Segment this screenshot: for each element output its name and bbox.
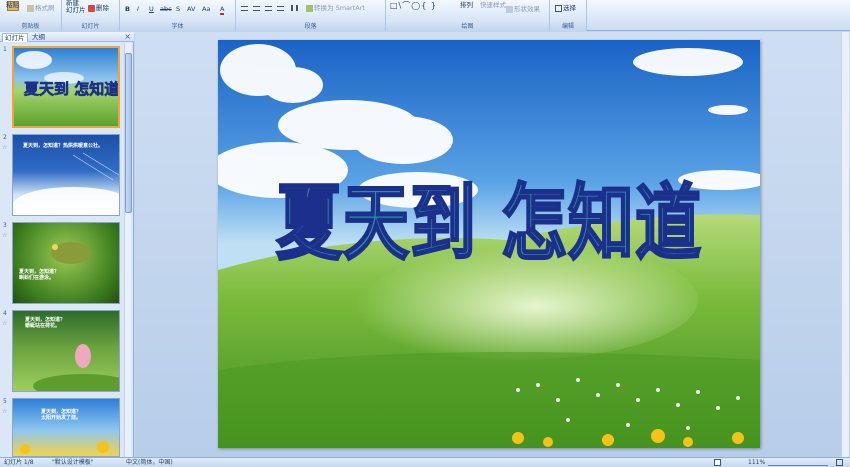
font-group-label: 字体	[120, 22, 235, 31]
italic-button[interactable]: I	[137, 5, 139, 13]
format-painter-label: 格式刷	[35, 4, 55, 12]
thumb-2-text: 夏天到，怎知道？热烘烘暖意公社。	[23, 143, 104, 149]
align-left-button[interactable]	[241, 4, 249, 12]
thumb-3-frog	[51, 242, 91, 264]
editing-group-label: 编辑	[550, 22, 586, 31]
slide-editor: 夏天到 怎知道	[135, 32, 850, 457]
tab-slides[interactable]: 幻灯片	[2, 33, 28, 42]
thumb-1-title: 夏天到 怎知道	[24, 80, 120, 99]
slide-thumbnail-3[interactable]: 夏天到，怎知道？ 蝌蚪们在游泳。	[12, 222, 120, 304]
slide-thumbnail-row-2[interactable]: 2 ☆ 夏天到，怎知道？热烘烘暖意公社。	[0, 134, 124, 220]
shapes-gallery[interactable]: □\⌒◯{ }	[390, 2, 437, 10]
align-center-icon	[253, 5, 260, 11]
thumb-5-flowers	[20, 441, 109, 454]
paste-button[interactable]: 粘贴	[6, 1, 19, 9]
normal-view-icon	[714, 459, 721, 466]
panel-scrollbar[interactable]	[124, 43, 132, 457]
fit-window-button[interactable]	[836, 459, 844, 467]
animation-icon: ☆	[2, 320, 8, 327]
select-icon	[555, 4, 562, 12]
slide-thumbnail-row-4[interactable]: 4 ☆ 夏天到，怎知道？ 蜻蜓站在荷花。	[0, 310, 124, 396]
convert-smartart-label: 转换为 SmartArt	[314, 4, 365, 12]
panel-scrollbar-thumb[interactable]	[125, 53, 132, 213]
paragraph-group: 转换为 SmartArt 段落	[236, 0, 386, 31]
slide-thumbnail-4[interactable]: 夏天到，怎知道？ 蜻蜓站在荷花。	[12, 310, 120, 392]
thumb-4-text: 夏天到，怎知道？ 蜻蜓站在荷花。	[25, 317, 66, 329]
panel-tabs: 幻灯片 大纲 ×	[0, 32, 134, 42]
animation-icon: ☆	[2, 144, 8, 151]
editing-group: 选择 编辑	[550, 0, 587, 31]
font-group: B I U abc S AV Aa A 字体	[120, 0, 236, 31]
editor-scrollbar[interactable]	[841, 32, 849, 457]
change-case-button[interactable]: Aa	[202, 5, 210, 13]
slide-thumbnail-row-3[interactable]: 3 ☆ 夏天到，怎知道？ 蝌蚪们在游泳。	[0, 222, 124, 308]
strikethrough-button[interactable]: abc	[160, 5, 172, 13]
justify-icon	[277, 5, 284, 11]
delete-icon	[88, 4, 95, 12]
select-label: 选择	[563, 4, 576, 12]
font-color-button[interactable]: A	[220, 5, 225, 15]
clipboard-group: 粘贴 格式刷 剪贴板	[0, 0, 62, 31]
slide-number: 4	[3, 310, 7, 317]
columns-icon	[291, 5, 298, 11]
smartart-icon	[306, 4, 313, 12]
char-spacing-button[interactable]: AV	[187, 5, 195, 13]
slide-thumbnail-5[interactable]: 夏天到，怎知道？ 太阳开始发了烧。	[12, 398, 120, 457]
slide-canvas[interactable]: 夏天到 怎知道	[218, 40, 760, 448]
tab-outline[interactable]: 大纲	[30, 33, 47, 42]
brush-icon	[27, 4, 34, 12]
shape-effects-label: 形状效果	[514, 5, 540, 13]
convert-smartart-button[interactable]: 转换为 SmartArt	[306, 4, 365, 12]
new-slide-button[interactable]: 新建 幻灯片	[66, 0, 86, 14]
justify-button[interactable]	[277, 4, 285, 12]
slide-thumbnail-1[interactable]: 夏天到 怎知道	[12, 46, 120, 128]
thumb-3-text: 夏天到，怎知道？ 蝌蚪们在游泳。	[19, 269, 60, 281]
drawing-group: □\⌒◯{ } 排列 快速样式 形状效果 绘图	[386, 0, 550, 31]
animation-icon: ☆	[2, 232, 8, 239]
slides-group-label: 幻灯片	[62, 22, 119, 31]
drawing-group-label: 绘图	[386, 22, 549, 31]
fit-window-icon	[836, 459, 843, 466]
slide-title[interactable]: 夏天到 怎知道	[275, 178, 736, 268]
slide-counter: 幻灯片 1/8	[4, 459, 34, 466]
columns-button[interactable]	[291, 4, 299, 12]
slide-number: 1	[3, 46, 7, 53]
slide-thumbnail-2[interactable]: 夏天到，怎知道？热烘烘暖意公社。	[12, 134, 120, 216]
slides-group: 新建 幻灯片 删除 幻灯片	[62, 0, 120, 31]
zoom-slider[interactable]	[768, 460, 828, 466]
view-normal-button[interactable]	[714, 459, 722, 467]
shape-effects-button[interactable]: 形状效果	[506, 5, 540, 13]
animation-icon: ☆	[2, 408, 8, 415]
delete-label: 删除	[96, 4, 109, 12]
language-indicator[interactable]: 中文(简体，中国)	[126, 459, 173, 467]
zoom-level[interactable]: 111%	[748, 459, 765, 467]
slides-panel: 幻灯片 大纲 × 1 夏天到 怎知道 2 ☆ 夏天到，怎知道？热烘烘暖意公社。 …	[0, 32, 134, 457]
thumb-5-text: 夏天到，怎知道？ 太阳开始发了烧。	[41, 409, 82, 421]
format-painter-button[interactable]: 格式刷	[27, 4, 55, 12]
paragraph-group-label: 段落	[236, 22, 385, 31]
close-icon[interactable]: ×	[124, 32, 131, 42]
arrange-button[interactable]: 排列	[460, 1, 473, 9]
select-button[interactable]: 选择	[555, 4, 576, 12]
underline-button[interactable]: U	[149, 5, 154, 13]
bold-button[interactable]: B	[125, 5, 130, 13]
slide-thumbnail-row-1[interactable]: 1 夏天到 怎知道	[0, 46, 124, 132]
clipboard-group-label: 剪贴板	[0, 22, 61, 31]
status-bar: 幻灯片 1/8 "默认设计模板" 中文(简体，中国) 111%	[0, 457, 850, 467]
delete-slide-button[interactable]: 删除	[88, 4, 109, 12]
slide-number: 3	[3, 222, 7, 229]
shadow-button[interactable]: S	[176, 5, 180, 13]
theme-name: "默认设计模板"	[52, 459, 94, 466]
slide-number: 2	[3, 134, 7, 141]
slide-number: 5	[3, 398, 7, 405]
align-center-button[interactable]	[253, 4, 261, 12]
align-right-button[interactable]	[265, 4, 273, 12]
quick-styles-button[interactable]: 快速样式	[480, 1, 506, 9]
ribbon: 粘贴 格式刷 剪贴板 新建 幻灯片 删除 幻灯片 B I U abc S AV …	[0, 0, 850, 31]
align-right-icon	[265, 5, 272, 11]
shape-effects-icon	[506, 5, 513, 13]
align-left-icon	[241, 5, 248, 11]
